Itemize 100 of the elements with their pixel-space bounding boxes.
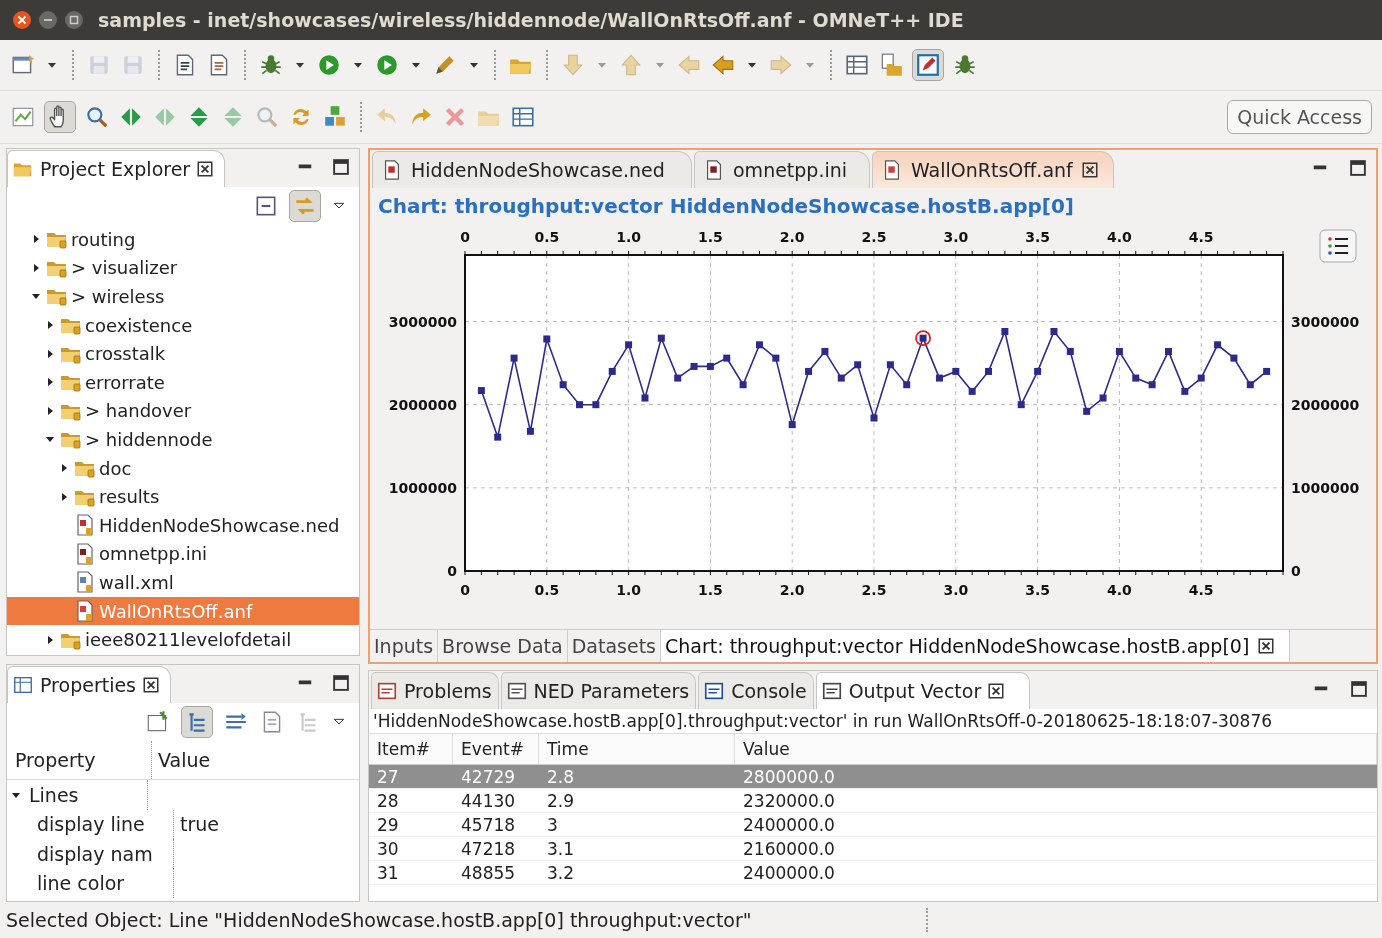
data-point (886, 361, 894, 369)
tree-item[interactable]: results (7, 482, 359, 511)
axis-tick-label: 1000000 (1291, 479, 1360, 496)
minimize-icon[interactable] (38, 10, 58, 30)
tree-item[interactable]: HiddenNodeShowcase.ned (7, 510, 359, 540)
tree-item[interactable]: errorrate (7, 367, 359, 397)
editor-tab[interactable]: HiddenNodeShowcase.ned (372, 151, 692, 188)
tree-item[interactable]: ieee80211levelofdetail (7, 625, 359, 654)
data-point (1083, 407, 1091, 415)
expand-arrow-icon[interactable] (45, 377, 55, 388)
tree-item[interactable]: > wireless (7, 282, 359, 311)
axis-tick-label: 0.5 (534, 229, 560, 245)
maximize-icon[interactable] (331, 673, 351, 693)
expand-arrow-icon[interactable] (45, 634, 55, 645)
tree-item[interactable]: doc (7, 453, 359, 483)
expand-arrow-icon[interactable] (45, 405, 55, 416)
legend-button[interactable] (1319, 229, 1357, 263)
view-tab[interactable]: Project Explorer (7, 150, 226, 187)
data-point (559, 381, 567, 389)
close-icon[interactable] (1080, 161, 1099, 179)
data-point (1214, 341, 1222, 349)
axis-tick-label: 3.5 (1025, 582, 1050, 598)
axis-tick-label: 0 (1291, 563, 1301, 579)
expand-arrow-icon[interactable] (31, 234, 41, 245)
tree-item[interactable]: routing (7, 225, 359, 254)
column-header[interactable]: Value (152, 749, 211, 771)
expand-arrow-icon[interactable] (45, 348, 55, 359)
window-title: samples - inet/showcases/wireless/hiddennode/WallOnRtsOff.anf - OMNeT++ IDE (98, 9, 964, 31)
tree-item[interactable]: wall.xml (7, 568, 359, 597)
maximize-icon[interactable] (64, 10, 84, 30)
column-header[interactable]: Value (735, 734, 1377, 764)
expand-arrow-icon[interactable] (59, 491, 69, 502)
axis-tick-label: 2000000 (1291, 396, 1360, 413)
tree-item[interactable]: > handover (7, 396, 359, 426)
view-tab[interactable]: Output Vector (815, 672, 1031, 709)
tree-item[interactable]: > visualizer (7, 253, 359, 283)
table-row[interactable]: 30 47218 3.1 2160000.0 (369, 837, 1377, 861)
close-icon[interactable] (1257, 637, 1276, 655)
table-cell-text: 2400000.0 (742, 813, 836, 836)
editor-tab[interactable]: WallOnRtsOff.anf (872, 151, 1114, 188)
quick-access-button[interactable]: Quick Access (1227, 100, 1372, 134)
search-icon[interactable] (84, 104, 110, 130)
data-point (1115, 347, 1123, 355)
axis-tick-label: 3.0 (943, 582, 969, 598)
status-text: Selected Object: Line "HiddenNodeShowcase.hostB.app[0] throughput:vector" (6, 909, 753, 931)
data-point (788, 421, 796, 429)
expand-arrow-icon[interactable] (31, 262, 41, 273)
axis-tick-label: 2000000 (388, 396, 457, 413)
data-point (608, 367, 616, 375)
data-point (903, 381, 911, 389)
axis-tick-label: 3000000 (1291, 313, 1360, 330)
expand-arrow-icon[interactable] (45, 320, 55, 331)
tree-item[interactable]: omnetpp.ini (7, 539, 359, 569)
edit-icon[interactable] (912, 49, 944, 81)
data-point (657, 334, 665, 342)
axis-tick-label: 3000000 (388, 313, 457, 330)
view-tab[interactable]: Problems (371, 672, 499, 709)
close-icon[interactable] (196, 160, 215, 178)
tree-item[interactable]: coexistence (7, 310, 359, 340)
table-row[interactable]: 28 44130 2.9 2320000.0 (369, 789, 1377, 813)
data-point (919, 334, 927, 342)
axis-tick-label: 1.0 (616, 229, 641, 245)
data-point (1230, 354, 1238, 362)
page-tab[interactable]: Inputs (370, 630, 439, 662)
page-tab[interactable]: Browse Data (438, 630, 568, 662)
maximize-icon[interactable] (331, 157, 351, 177)
hand-icon[interactable] (44, 101, 76, 133)
data-point (772, 354, 780, 362)
data-point (526, 427, 534, 435)
editor-tab[interactable]: omnetpp.ini (694, 151, 870, 188)
data-point (854, 361, 862, 369)
maximize-icon[interactable] (1349, 679, 1369, 699)
run-icon[interactable] (374, 52, 400, 78)
column-header[interactable]: Property (7, 741, 152, 779)
maximize-icon[interactable] (1348, 158, 1368, 178)
data-point (1246, 381, 1254, 389)
expand-arrow-icon[interactable] (59, 463, 69, 474)
data-point (477, 387, 485, 395)
arrow-left-icon[interactable] (710, 52, 736, 78)
page-tab[interactable]: Chart: throughput:vector HiddenNodeShowcase.hostB.app[0] (661, 630, 1291, 662)
table-cell-text: 3.1 (546, 837, 576, 860)
column-header[interactable]: Item# (369, 734, 453, 764)
close-icon[interactable] (142, 676, 161, 694)
tree-item[interactable]: crosstalk (7, 339, 359, 368)
close-icon[interactable] (12, 10, 32, 30)
axis-tick-label: 1.5 (698, 582, 723, 598)
data-point (510, 354, 518, 362)
property-name: display line (7, 809, 174, 839)
table-row[interactable]: 29 45718 3 2400000.0 (369, 813, 1377, 837)
column-header[interactable]: Time (539, 734, 735, 764)
table-row[interactable]: 31 48855 3.2 2400000.0 (369, 861, 1377, 885)
play-icon[interactable] (316, 52, 342, 78)
view-tab[interactable]: Console (698, 672, 814, 709)
close-icon[interactable] (987, 682, 1006, 700)
view-tab[interactable]: NED Parameters (500, 672, 697, 709)
tree-item[interactable]: > hiddennode (7, 425, 359, 454)
axis-tick-label: 4.5 (1188, 582, 1214, 598)
view-tab[interactable]: Properties (7, 666, 172, 703)
column-header[interactable]: Event# (453, 734, 539, 764)
data-point (1197, 374, 1205, 382)
